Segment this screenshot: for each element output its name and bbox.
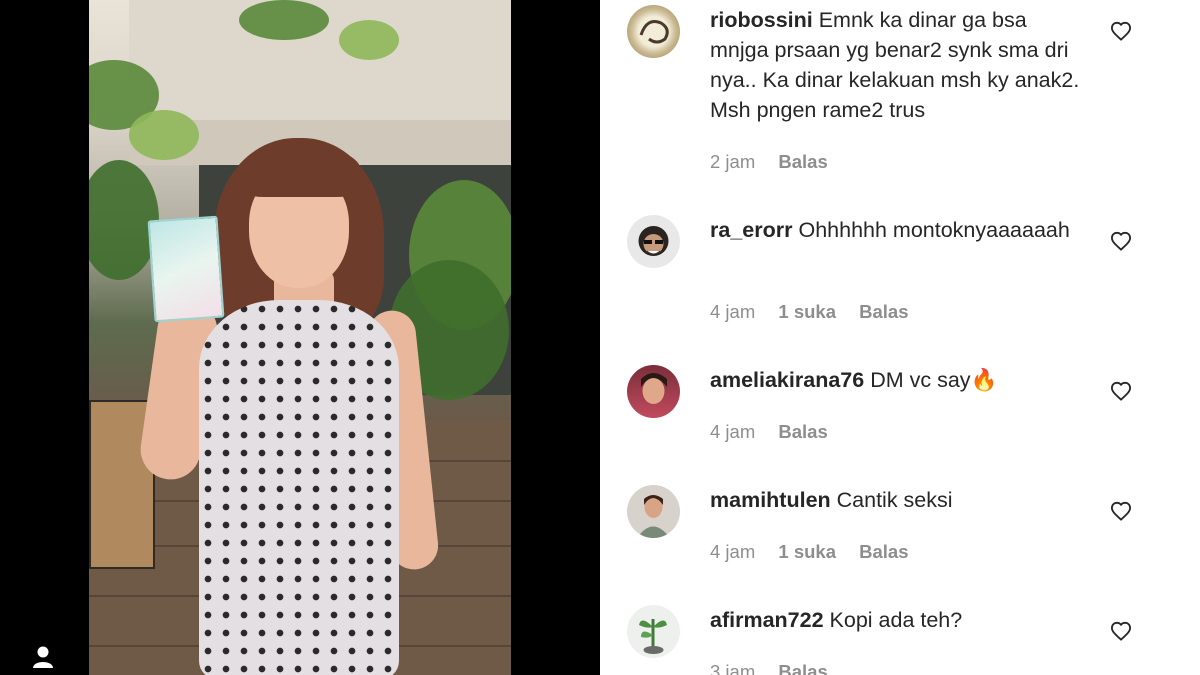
avatar[interactable]: [627, 5, 680, 58]
comment-text: Kopi ada teh?: [829, 608, 963, 632]
comment-username[interactable]: mamihtulen: [710, 488, 831, 512]
comment-time: 3 jam: [710, 661, 756, 675]
comments-panel[interactable]: riobossini Emnk ka dinar ga bsa mnjga pr…: [600, 0, 1200, 675]
product-box: [147, 215, 225, 323]
comment-meta: 4 jam 1 suka Balas: [710, 301, 927, 323]
comment-meta: 2 jam Balas: [710, 151, 846, 173]
comment-username[interactable]: riobossini: [710, 8, 813, 32]
polka-dot-dress: [199, 300, 399, 675]
heart-outline-icon[interactable]: [1110, 381, 1132, 401]
comment-meta: 4 jam 1 suka Balas: [710, 541, 927, 563]
comment-body: riobossini Emnk ka dinar ga bsa mnjga pr…: [710, 5, 1085, 125]
person-fringe: [239, 145, 361, 197]
video-frame[interactable]: [89, 0, 511, 675]
comment-meta: 3 jam Balas: [710, 661, 846, 675]
comment-username[interactable]: afirman722: [710, 608, 824, 632]
foliage: [339, 20, 399, 60]
comment-time: 2 jam: [710, 151, 756, 172]
avatar[interactable]: [627, 485, 680, 538]
avatar[interactable]: [627, 365, 680, 418]
foliage: [129, 110, 199, 160]
comment-time: 4 jam: [710, 421, 756, 442]
likes-count[interactable]: 1 suka: [778, 301, 836, 322]
video-panel[interactable]: [0, 0, 600, 675]
comment-body: ameliakirana76 DM vc say🔥: [710, 365, 1085, 395]
comment-username[interactable]: ameliakirana76: [710, 368, 864, 392]
foliage: [239, 0, 329, 40]
comment-text: DM vc say🔥: [870, 368, 998, 392]
person-icon[interactable]: [32, 645, 54, 669]
avatar[interactable]: [627, 605, 680, 658]
comment-body: ra_erorr Ohhhhhh montoknyaaaaaah: [710, 215, 1085, 245]
reply-button[interactable]: Balas: [859, 541, 908, 562]
comment-body: afirman722 Kopi ada teh?: [710, 605, 1085, 635]
reply-button[interactable]: Balas: [859, 301, 908, 322]
heart-outline-icon[interactable]: [1110, 231, 1132, 251]
heart-outline-icon[interactable]: [1110, 501, 1132, 521]
comment-username[interactable]: ra_erorr: [710, 218, 792, 242]
comment-body: mamihtulen Cantik seksi: [710, 485, 1085, 515]
reply-button[interactable]: Balas: [778, 421, 827, 442]
reply-button[interactable]: Balas: [778, 661, 827, 675]
heart-outline-icon[interactable]: [1110, 21, 1132, 41]
comment-meta: 4 jam Balas: [710, 421, 846, 443]
comment-time: 4 jam: [710, 541, 756, 562]
comment-text: Cantik seksi: [836, 488, 953, 512]
comment-text: Ohhhhhh montoknyaaaaaah: [798, 218, 1070, 242]
avatar[interactable]: [627, 215, 680, 268]
heart-outline-icon[interactable]: [1110, 621, 1132, 641]
likes-count[interactable]: 1 suka: [778, 541, 836, 562]
comment-time: 4 jam: [710, 301, 756, 322]
reply-button[interactable]: Balas: [778, 151, 827, 172]
